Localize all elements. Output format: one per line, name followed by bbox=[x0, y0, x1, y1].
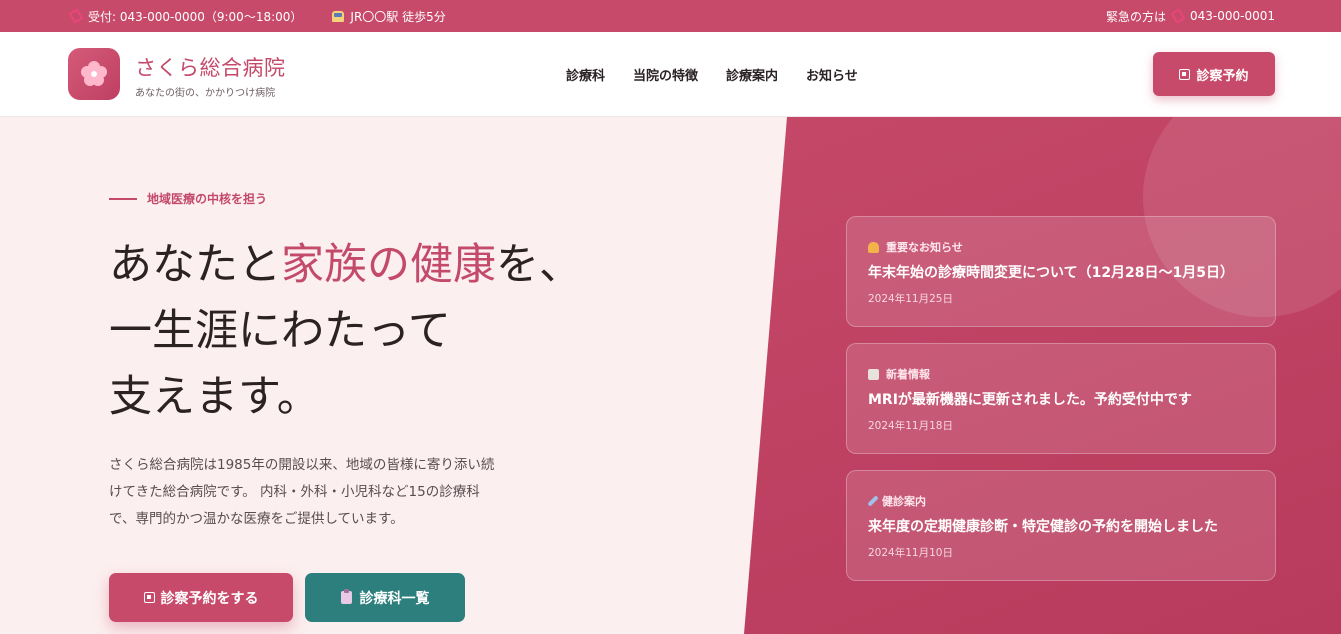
eyebrow-line bbox=[109, 197, 137, 200]
news-card[interactable]: 健診案内 来年度の定期健康診断・特定健診の予約を開始しました 2024年11月1… bbox=[846, 470, 1276, 581]
reserve-button-label: 診察予約 bbox=[1196, 68, 1249, 84]
departments-cta-label: 診療科一覧 bbox=[359, 590, 430, 607]
memo-icon bbox=[868, 368, 879, 380]
reserve-cta-label: 診察予約をする bbox=[160, 590, 259, 607]
news-card[interactable]: 新着情報 MRIが最新機器に更新されました。予約受付中です 2024年11月18… bbox=[846, 343, 1276, 454]
reserve-cta-button[interactable]: 診察予約をする bbox=[109, 573, 293, 622]
lead-line: さくら総合病院は1985年の開設以来、地域の皆様に寄り添い続 bbox=[109, 457, 495, 473]
emergency-phone[interactable]: 043-000-0001 bbox=[1190, 9, 1275, 23]
hero-lead: さくら総合病院は1985年の開設以来、地域の皆様に寄り添い続 けてきた総合病院で… bbox=[109, 452, 549, 533]
calendar-icon bbox=[143, 592, 155, 603]
top-info-bar: 受付: 043-000-0000（9:00〜18:00） JR〇〇駅 徒歩5分 … bbox=[0, 0, 1341, 32]
clipboard-icon bbox=[340, 589, 352, 604]
eyebrow-text: 地域医療の中核を担う bbox=[147, 192, 268, 206]
hero-headline: あなたと家族の健康を、 一生涯にわたって 支えます。 bbox=[109, 232, 582, 430]
top-info-left: 受付: 043-000-0000（9:00〜18:00） JR〇〇駅 徒歩5分 bbox=[68, 0, 476, 32]
news-category: 新着情報 bbox=[868, 366, 930, 382]
brand-tagline: あなたの街の、かかりつけ病院 bbox=[135, 88, 276, 99]
news-date: 2024年11月25日 bbox=[868, 293, 953, 305]
lead-line: けてきた総合病院です。 内科・外科・小児科など15の診療科 bbox=[109, 484, 480, 500]
headline-line-3: 支えます。 bbox=[109, 372, 320, 422]
lead-line: で、専門的かつ温かな医療をご提供しています。 bbox=[109, 511, 404, 527]
headline-accent: 家族の健康 bbox=[281, 240, 496, 290]
headline-pre: あなたと bbox=[109, 240, 281, 290]
cherry-blossom-icon bbox=[81, 61, 107, 87]
hero-eyebrow: 地域医療の中核を担う bbox=[109, 190, 267, 207]
headline-post: を、 bbox=[496, 240, 582, 290]
nav-guide[interactable]: 診療案内 bbox=[726, 65, 778, 84]
nav-news[interactable]: お知らせ bbox=[806, 65, 858, 84]
main-nav: 診療科 当院の特徴 診療案内 お知らせ bbox=[566, 32, 886, 117]
headline-line-1: あなたと家族の健康を、 bbox=[109, 232, 582, 298]
news-date: 2024年11月10日 bbox=[868, 547, 953, 559]
news-title: 来年度の定期健康診断・特定健診の予約を開始しました bbox=[868, 519, 1218, 535]
train-icon bbox=[332, 10, 345, 23]
brand-name[interactable]: さくら総合病院 bbox=[135, 52, 286, 82]
emergency-label: 緊急の方は bbox=[1105, 9, 1166, 24]
headline-line-2: 一生涯にわたって bbox=[109, 306, 451, 356]
news-category-label: 健診案内 bbox=[882, 495, 926, 508]
departments-cta-button[interactable]: 診療科一覧 bbox=[305, 573, 465, 622]
reception-text: 受付: 043-000-0000（9:00〜18:00） bbox=[88, 9, 303, 24]
news-category: 健診案内 bbox=[867, 493, 926, 509]
nav-departments[interactable]: 診療科 bbox=[566, 65, 605, 84]
news-title: MRIが最新機器に更新されました。予約受付中です bbox=[868, 392, 1192, 408]
logo[interactable] bbox=[68, 48, 120, 100]
reception-info: 受付: 043-000-0000（9:00〜18:00） bbox=[68, 7, 303, 25]
syringe-icon bbox=[867, 495, 879, 507]
access-text: JR〇〇駅 徒歩5分 bbox=[350, 9, 446, 24]
news-card[interactable]: 重要なお知らせ 年末年始の診療時間変更について（12月28日〜1月5日） 202… bbox=[846, 216, 1276, 327]
phone-icon bbox=[1170, 7, 1186, 24]
news-category-label: 新着情報 bbox=[886, 368, 930, 381]
access-info: JR〇〇駅 徒歩5分 bbox=[332, 8, 446, 25]
phone-icon bbox=[68, 7, 84, 24]
bell-icon bbox=[868, 241, 879, 253]
calendar-icon bbox=[1179, 68, 1191, 80]
site-header: さくら総合病院 あなたの街の、かかりつけ病院 診療科 当院の特徴 診療案内 お知… bbox=[0, 32, 1341, 117]
nav-features[interactable]: 当院の特徴 bbox=[633, 65, 698, 84]
news-category-label: 重要なお知らせ bbox=[886, 241, 963, 254]
news-date: 2024年11月18日 bbox=[868, 420, 953, 432]
emergency-info: 緊急の方は 043-000-0001 bbox=[1106, 0, 1275, 32]
news-title: 年末年始の診療時間変更について（12月28日〜1月5日） bbox=[868, 265, 1235, 281]
reserve-button[interactable]: 診察予約 bbox=[1153, 52, 1275, 96]
news-category: 重要なお知らせ bbox=[868, 239, 963, 255]
hero-section: 地域医療の中核を担う あなたと家族の健康を、 一生涯にわたって 支えます。 さく… bbox=[0, 117, 1341, 634]
